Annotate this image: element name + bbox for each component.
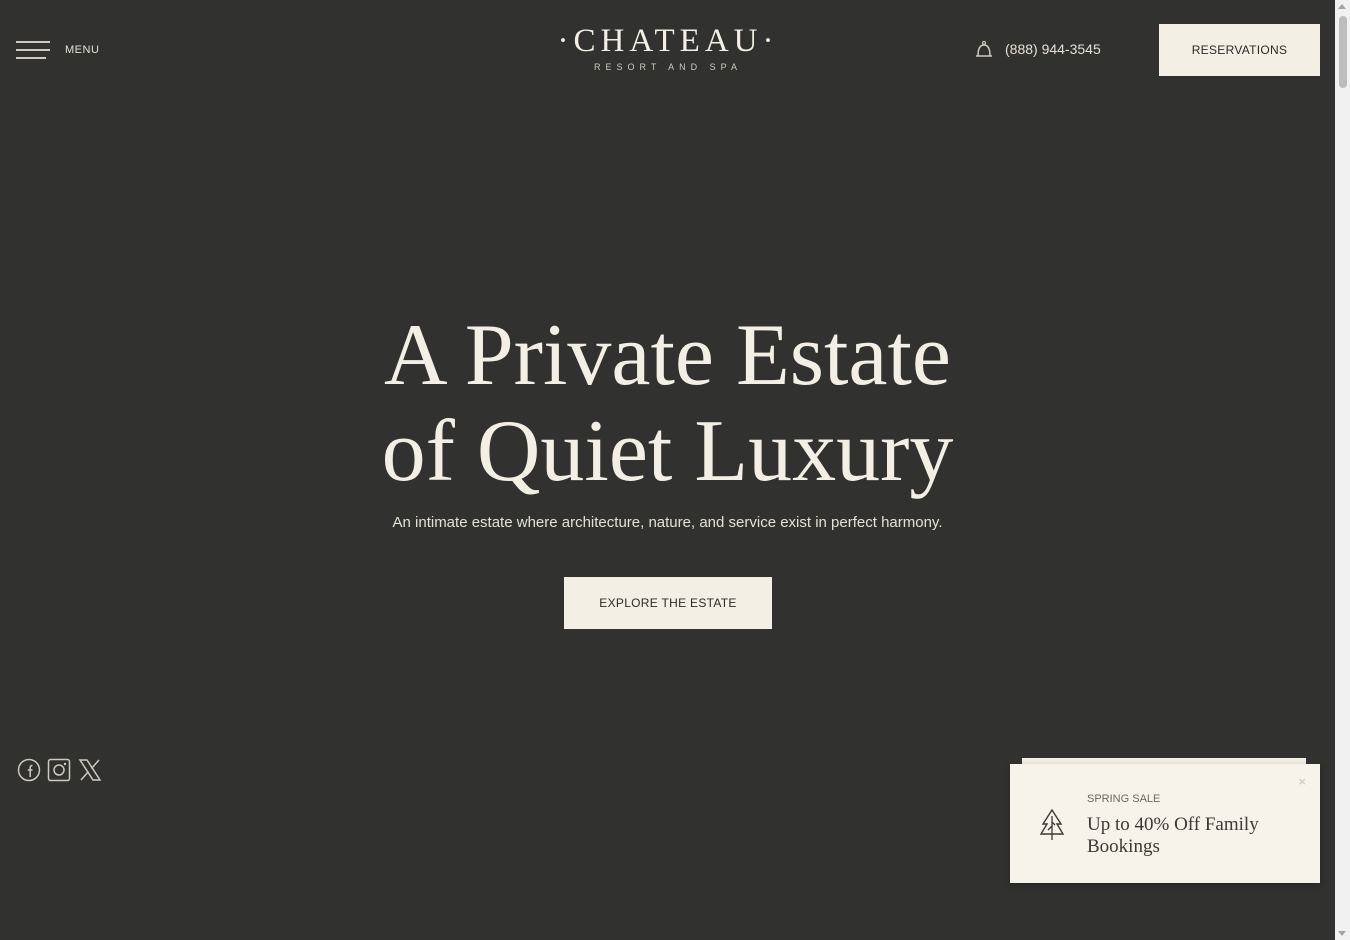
social-links (16, 757, 103, 816)
hamburger-icon (16, 39, 50, 61)
bell-icon (976, 40, 992, 57)
logo-subtitle: RESORT AND SPA (593, 62, 743, 72)
hero-title-line2: of Quiet Luxury (381, 403, 954, 500)
close-icon[interactable]: × (1298, 774, 1306, 789)
logo-name: ·CHATEAU· (557, 23, 779, 59)
promo-title[interactable]: Up to 40% Off Family Bookings (1087, 814, 1302, 858)
instagram-icon[interactable] (46, 757, 72, 783)
logo[interactable]: ·CHATEAU· RESORT AND SPA (546, 22, 790, 72)
hero-title: A Private Estate of Quiet Luxury (300, 308, 1035, 500)
phone-number: (888) 944-3545 (1005, 41, 1101, 57)
scroll-up-icon[interactable] (1338, 4, 1346, 9)
reservations-button[interactable]: RESERVATIONS (1159, 24, 1320, 76)
phone-link[interactable]: (888) 944-3545 (973, 38, 1101, 60)
menu-button[interactable]: MENU (16, 39, 99, 61)
hero-title-line1: A Private Estate (384, 307, 951, 404)
page: MENU ·CHATEAU· RESORT AND SPA (888) 944-… (0, 0, 1335, 940)
facebook-icon[interactable] (16, 757, 42, 783)
tree-icon (1039, 808, 1065, 840)
scrollbar[interactable] (1335, 0, 1350, 940)
promo-card: × SPRING SALE Up to 40% Off Family Booki… (1010, 764, 1320, 883)
hero-subtitle: An intimate estate where architecture, n… (392, 514, 943, 531)
promo-eyebrow: SPRING SALE (1087, 793, 1161, 805)
explore-estate-button[interactable]: EXPLORE THE ESTATE (564, 577, 772, 629)
scroll-down-icon[interactable] (1338, 931, 1346, 936)
scroll-thumb[interactable] (1339, 16, 1347, 88)
x-icon[interactable] (77, 757, 103, 783)
menu-label: MENU (65, 44, 100, 56)
